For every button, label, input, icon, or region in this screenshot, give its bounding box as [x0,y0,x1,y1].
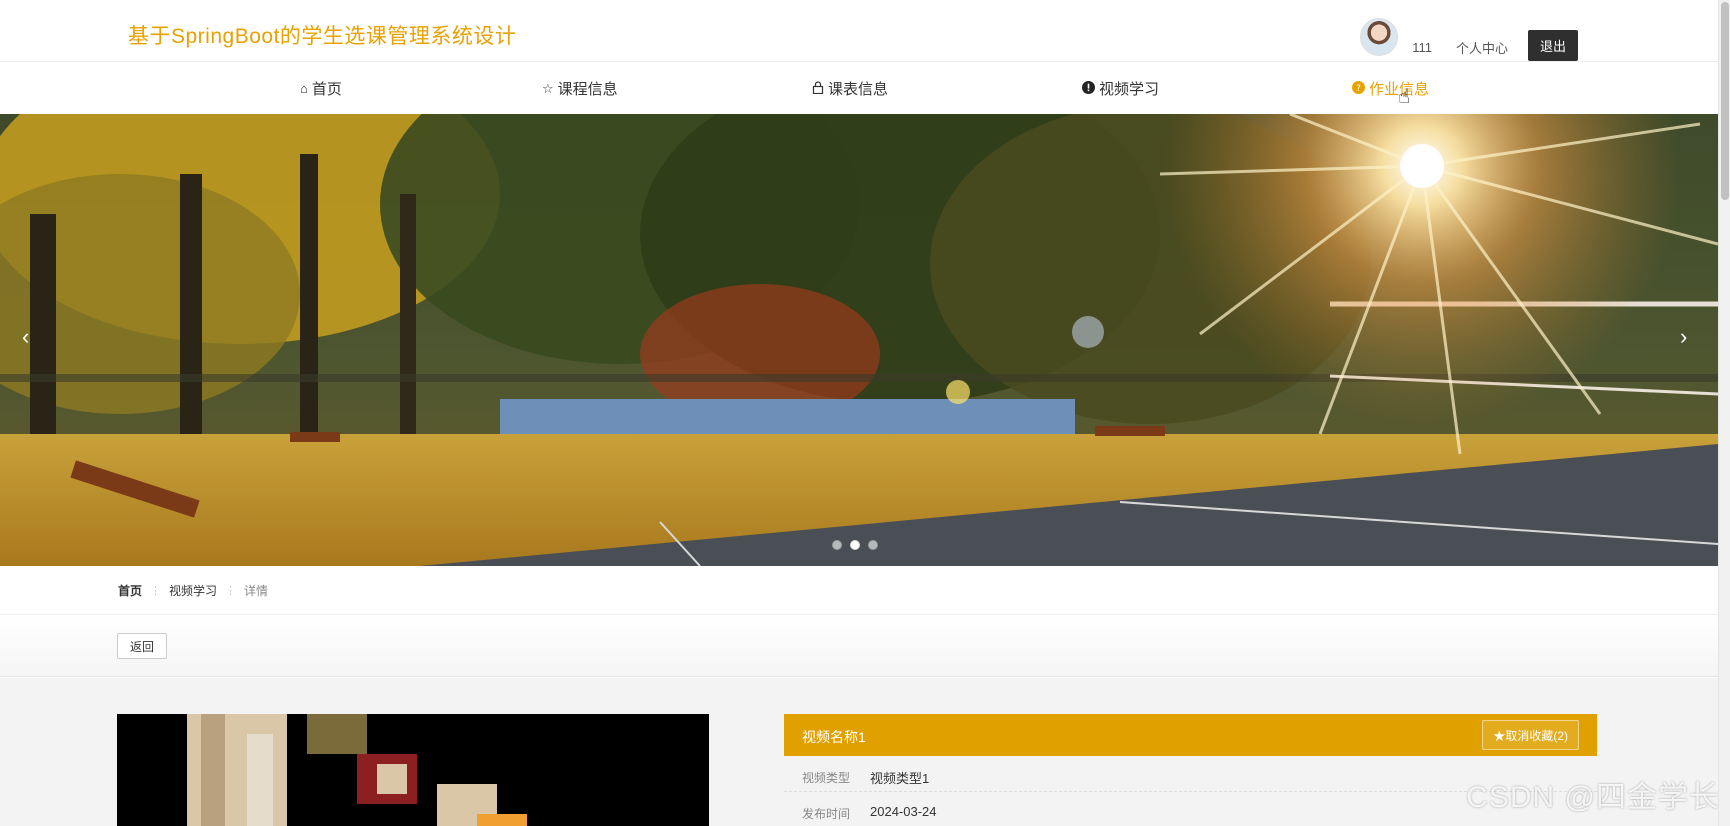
username: 111 [1412,40,1432,55]
banner-pagination [832,540,878,550]
row-value: 视频类型1 [870,771,930,786]
site-title: 基于SpringBoot的学生选课管理系统设计 [128,25,517,48]
hand-cursor-icon: ☝ [1398,86,1411,108]
video-player[interactable] [117,714,709,826]
nav-item-home[interactable]: ⌂ 首页 [300,78,342,99]
nav-item-label: 首页 [311,81,342,98]
nav-item-label: 课程信息 [557,81,618,98]
banner-dot-3[interactable] [868,540,878,550]
user-area: 111 个人中心 退出 [1360,12,1578,61]
nav-item-timetable[interactable]: 课表信息 [812,78,888,99]
breadcrumb-current: 详情 [244,584,269,598]
breadcrumb-section[interactable]: 视频学习 [169,582,217,599]
exclamation-circle-icon [1082,80,1095,97]
page-scrollbar[interactable] [1718,0,1730,826]
unfavorite-button[interactable]: ★取消收藏(2) [1482,720,1579,750]
banner-dot-2[interactable] [850,540,860,550]
nav-item-label: 课表信息 [828,81,889,98]
row-value: 2024-03-24 [870,804,937,819]
breadcrumb-separator: ⋮ [225,585,237,597]
question-circle-icon: ? [1352,80,1365,97]
breadcrumb: 首页 ⋮ 视频学习 ⋮ 详情 [118,582,268,599]
row-label: 发布时间 [802,807,851,821]
back-bar: 返回 [0,615,1718,677]
nav-item-video[interactable]: 视频学习 [1082,78,1159,99]
top-header: 基于SpringBoot的学生选课管理系统设计 111 个人中心 退出 [0,0,1718,62]
banner-prev-arrow[interactable]: ‹ [22,324,29,350]
main-nav: ⌂ 首页 ☆ 课程信息 课表信息 视频学习 ? 作业信息 [0,62,1718,114]
nav-item-courses[interactable]: ☆ 课程信息 [542,78,618,99]
banner-image [0,114,1718,566]
nav-item-label: 视频学习 [1099,81,1160,98]
detail-header: 视频名称1 ★取消收藏(2) [784,714,1597,756]
row-label: 视频类型 [802,771,851,785]
csdn-watermark: CSDN @四金学长 [1466,781,1720,814]
home-icon: ⌂ [300,81,308,96]
detail-content: 视频名称1 ★取消收藏(2) 视频类型 视频类型1 发布时间 2024-03-2… [0,678,1718,826]
star-icon: ☆ [542,80,554,96]
scrollbar-thumb[interactable] [1721,2,1729,200]
logout-button[interactable]: 退出 [1527,30,1578,61]
breadcrumb-separator: ⋮ [150,585,162,597]
breadcrumb-home[interactable]: 首页 [118,582,142,599]
svg-text:?: ? [1356,84,1361,94]
video-thumbnail [117,714,709,826]
lock-icon [812,80,824,97]
personal-center-link[interactable]: 个人中心 [1456,38,1508,57]
banner-dot-1[interactable] [832,540,842,550]
video-title: 视频名称1 [802,729,866,745]
back-button[interactable]: 返回 [117,633,167,659]
nav-item-homework[interactable]: ? 作业信息 [1352,78,1429,99]
banner-carousel[interactable]: ‹ › [0,114,1718,566]
user-avatar[interactable] [1360,17,1399,56]
banner-next-arrow[interactable]: › [1680,324,1687,350]
